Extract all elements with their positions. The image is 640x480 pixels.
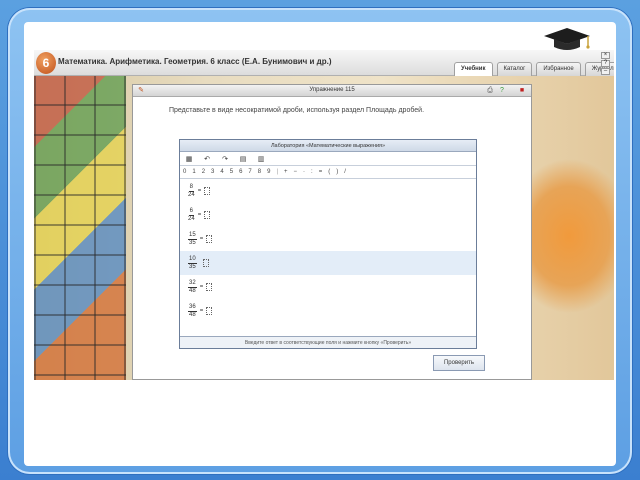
denominator: 35 xyxy=(189,239,196,246)
symbol-key[interactable]: · xyxy=(303,169,305,175)
tab-catalog[interactable]: Каталог xyxy=(496,62,533,76)
denominator: 35 xyxy=(189,263,196,270)
numerator: 6 xyxy=(188,207,195,216)
denominator: 48 xyxy=(189,311,196,318)
equals-sign: = xyxy=(197,212,202,218)
answer-input[interactable] xyxy=(202,259,209,267)
denominator: 24 xyxy=(188,191,195,198)
denominator: 24 xyxy=(188,215,195,222)
symbol-key[interactable]: 0 xyxy=(183,169,186,175)
equals-sign: = xyxy=(197,188,202,194)
app-window: 6 Математика. Арифметика. Геометрия. 6 к… xyxy=(34,50,614,380)
numerator: 10 xyxy=(188,255,197,264)
symbol-key[interactable]: − xyxy=(294,169,298,175)
symbol-key[interactable]: 1 xyxy=(192,169,195,175)
symbol-key[interactable]: 2 xyxy=(202,169,205,175)
answer-input[interactable] xyxy=(206,307,213,315)
undo-icon[interactable]: ↶ xyxy=(202,155,212,163)
dialog-title: Упражнение 115 xyxy=(309,87,355,93)
symbol-key[interactable]: 9 xyxy=(267,169,270,175)
close-window-button[interactable]: × xyxy=(601,52,610,59)
fraction-row: 32 48 = xyxy=(180,275,476,299)
symbol-key[interactable]: 3 xyxy=(211,169,214,175)
symbol-key[interactable]: ) xyxy=(336,169,338,175)
lab-toolbar: ▦ ↶ ↷ ▤ ▥ xyxy=(180,152,476,166)
fraction-row: 15 35 = xyxy=(180,227,476,251)
app-logo-icon: 6 xyxy=(36,52,56,74)
symbol-key[interactable]: / xyxy=(344,169,346,175)
minimize-window-button[interactable]: – xyxy=(601,68,610,75)
symbol-key[interactable]: : xyxy=(311,169,313,175)
help-window-button[interactable]: ? xyxy=(601,60,610,67)
help-icon[interactable]: ? xyxy=(497,86,507,95)
symbol-key[interactable]: = xyxy=(319,169,323,175)
equals-sign: = xyxy=(199,284,204,290)
math-lab-panel: Лаборатория «Математические выражения» ▦… xyxy=(179,139,477,349)
print-icon[interactable]: ⎙ xyxy=(485,86,495,95)
lab-header: Лаборатория «Математические выражения» xyxy=(180,140,476,152)
check-button[interactable]: Проверить xyxy=(433,355,485,371)
symbol-key[interactable]: 7 xyxy=(248,169,251,175)
tab-textbook[interactable]: Учебник xyxy=(454,62,493,76)
symbol-key[interactable]: 5 xyxy=(230,169,233,175)
table-icon[interactable]: ▤ xyxy=(238,155,248,163)
symbol-key[interactable]: 4 xyxy=(220,169,223,175)
symbol-key[interactable]: 6 xyxy=(239,169,242,175)
answer-input[interactable] xyxy=(204,187,211,195)
cube-grid-overlay xyxy=(34,76,126,380)
app-titlebar: 6 Математика. Арифметика. Геометрия. 6 к… xyxy=(34,50,614,76)
numerator: 32 xyxy=(188,279,197,288)
equals-sign: = xyxy=(199,308,204,314)
app-title: Математика. Арифметика. Геометрия. 6 кла… xyxy=(58,57,332,66)
symbol-key[interactable]: ( xyxy=(328,169,330,175)
fraction-row: 8 24 = xyxy=(180,179,476,203)
fraction: 6 24 xyxy=(188,208,195,223)
numerator: 8 xyxy=(188,183,195,192)
fraction: 8 24 xyxy=(188,184,195,199)
close-dialog-icon[interactable]: ■ xyxy=(517,86,527,95)
fraction-row: 36 48 = xyxy=(180,299,476,323)
app-tabs: Учебник Каталог Избранное Журнал xyxy=(454,62,614,76)
answer-input[interactable] xyxy=(204,211,211,219)
fraction: 10 35 xyxy=(188,256,197,271)
tab-favorites[interactable]: Избранное xyxy=(536,62,581,76)
numerator: 36 xyxy=(188,303,197,312)
symbol-key[interactable]: 8 xyxy=(258,169,261,175)
matrix-icon[interactable]: ▥ xyxy=(256,155,266,163)
fraction: 36 48 xyxy=(188,304,197,319)
dialog-titlebar: ✎ Упражнение 115 ⎙ ? ■ xyxy=(133,85,531,97)
grid-icon[interactable]: ▦ xyxy=(184,155,194,163)
numerator: 15 xyxy=(188,231,197,240)
exercise-instruction: Представьте в виде несократимой дроби, и… xyxy=(169,107,425,114)
symbol-separator: | xyxy=(276,169,278,175)
fraction-row-selected: 10 35 xyxy=(180,251,476,275)
denominator: 48 xyxy=(189,287,196,294)
window-controls: × ? – xyxy=(601,52,610,75)
symbol-bar: 0 1 2 3 4 5 6 7 8 9 | + − · : = ( ) / xyxy=(180,166,476,179)
symbol-key[interactable]: + xyxy=(284,169,288,175)
lab-footer-hint: Введите ответ в соответствующие поля и н… xyxy=(180,336,476,348)
fraction-rows: 8 24 = 6 24 = 15 35 = 10 35 32 48 = 36 4… xyxy=(180,179,476,323)
fraction: 15 35 xyxy=(188,232,197,247)
equals-sign: = xyxy=(199,236,204,242)
fraction: 32 48 xyxy=(188,280,197,295)
redo-icon[interactable]: ↷ xyxy=(220,155,230,163)
fraction-row: 6 24 = xyxy=(180,203,476,227)
answer-input[interactable] xyxy=(206,235,213,243)
answer-input[interactable] xyxy=(206,283,213,291)
exercise-dialog: ✎ Упражнение 115 ⎙ ? ■ Представьте в вид… xyxy=(132,84,532,380)
